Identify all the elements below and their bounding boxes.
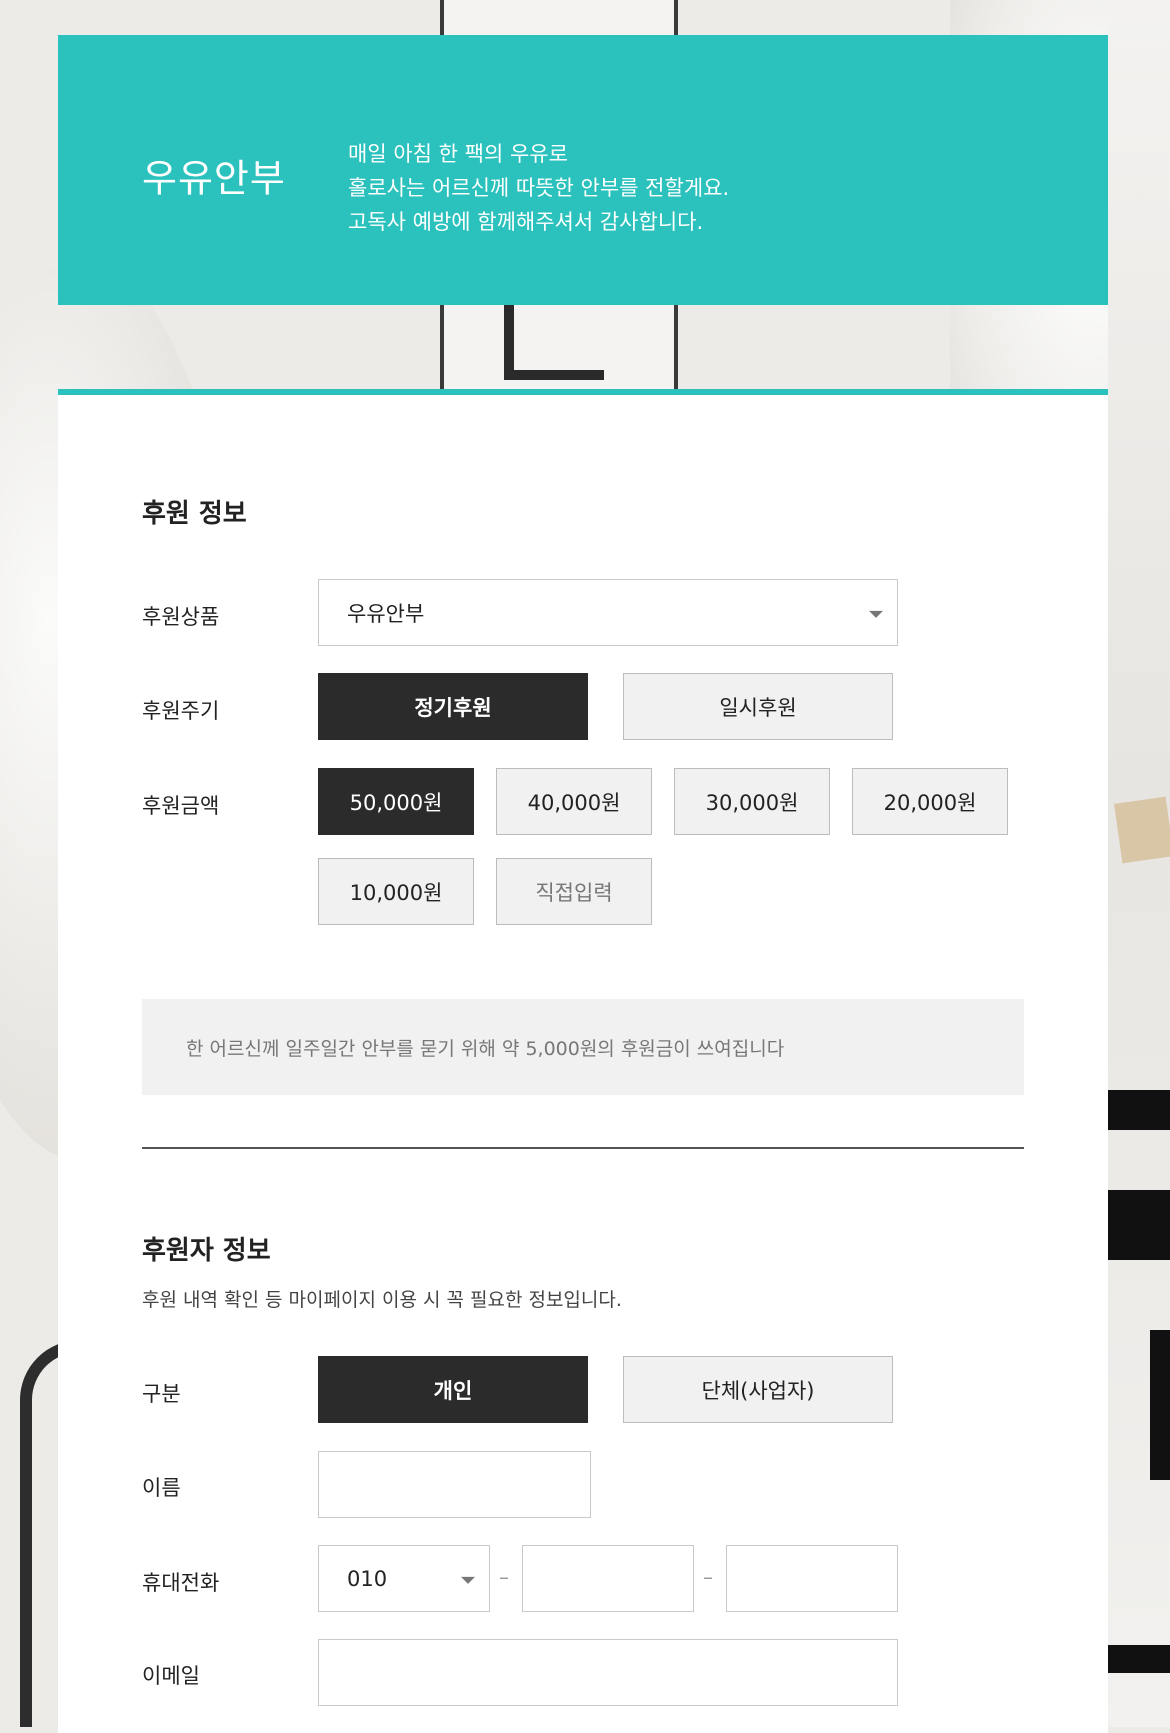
background-stroke: [1108, 1190, 1170, 1260]
phone-separator: –: [499, 1565, 509, 1589]
hero-description-line: 홀로사는 어르신께 따뜻한 안부를 전할게요.: [348, 176, 730, 200]
name-label: 이름: [142, 1476, 181, 1500]
name-input[interactable]: [318, 1451, 591, 1518]
donor-type-label: 구분: [142, 1382, 181, 1406]
donor-type-organization-button[interactable]: 단체(사업자): [623, 1356, 893, 1423]
email-input[interactable]: [318, 1639, 898, 1706]
section-divider: [142, 1147, 1024, 1149]
product-select[interactable]: 우유안부: [318, 579, 898, 646]
donation-notice: 한 어르신께 일주일간 안부를 묻기 위해 약 5,000원의 후원금이 쓰여집…: [142, 999, 1024, 1095]
background-stroke: [1150, 1330, 1170, 1480]
cycle-regular-button[interactable]: 정기후원: [318, 673, 588, 740]
product-select-value: 우유안부: [347, 601, 425, 626]
amount-custom-button[interactable]: 직접입력: [496, 858, 652, 925]
phone-label: 휴대전화: [142, 1571, 220, 1595]
amount-label: 후원금액: [142, 794, 220, 818]
hero-title: 우유안부: [142, 156, 286, 201]
amount-40000-button[interactable]: 40,000원: [496, 768, 652, 835]
email-label: 이메일: [142, 1664, 200, 1688]
background-stroke: [1108, 1090, 1170, 1130]
phone-middle-input[interactable]: [522, 1545, 694, 1612]
donation-section-title: 후원 정보: [142, 499, 247, 529]
amount-30000-button[interactable]: 30,000원: [674, 768, 830, 835]
cycle-label: 후원주기: [142, 699, 220, 723]
hero-description-line: 고독사 예방에 함께해주셔서 감사합니다.: [348, 210, 704, 234]
amount-10000-button[interactable]: 10,000원: [318, 858, 474, 925]
phone-prefix-select[interactable]: 010: [318, 1545, 490, 1612]
amount-20000-button[interactable]: 20,000원: [852, 768, 1008, 835]
product-label: 후원상품: [142, 605, 220, 629]
phone-last-input[interactable]: [726, 1545, 898, 1612]
background-stroke: [1108, 1645, 1170, 1673]
donor-section-description: 후원 내역 확인 등 마이페이지 이용 시 꼭 필요한 정보입니다.: [142, 1289, 622, 1311]
chevron-down-icon: [461, 1576, 475, 1584]
background-tape: [1114, 796, 1170, 864]
cycle-onetime-button[interactable]: 일시후원: [623, 673, 893, 740]
hero-description: 매일 아침 한 팩의 우유로 홀로사는 어르신께 따뜻한 안부를 전할게요. 고…: [348, 137, 729, 239]
phone-prefix-value: 010: [347, 1566, 388, 1591]
amount-50000-button[interactable]: 50,000원: [318, 768, 474, 835]
donor-type-individual-button[interactable]: 개인: [318, 1356, 588, 1423]
hero-banner: 우유안부 매일 아침 한 팩의 우유로 홀로사는 어르신께 따뜻한 안부를 전할…: [58, 35, 1108, 305]
phone-separator: –: [703, 1565, 713, 1589]
donor-section-title: 후원자 정보: [142, 1236, 271, 1266]
donation-form-card: 후원 정보 후원상품 우유안부 후원주기 정기후원 일시후원 후원금액 50,0…: [58, 389, 1108, 1733]
hero-description-line: 매일 아침 한 팩의 우유로: [348, 142, 568, 166]
chevron-down-icon: [869, 610, 883, 618]
